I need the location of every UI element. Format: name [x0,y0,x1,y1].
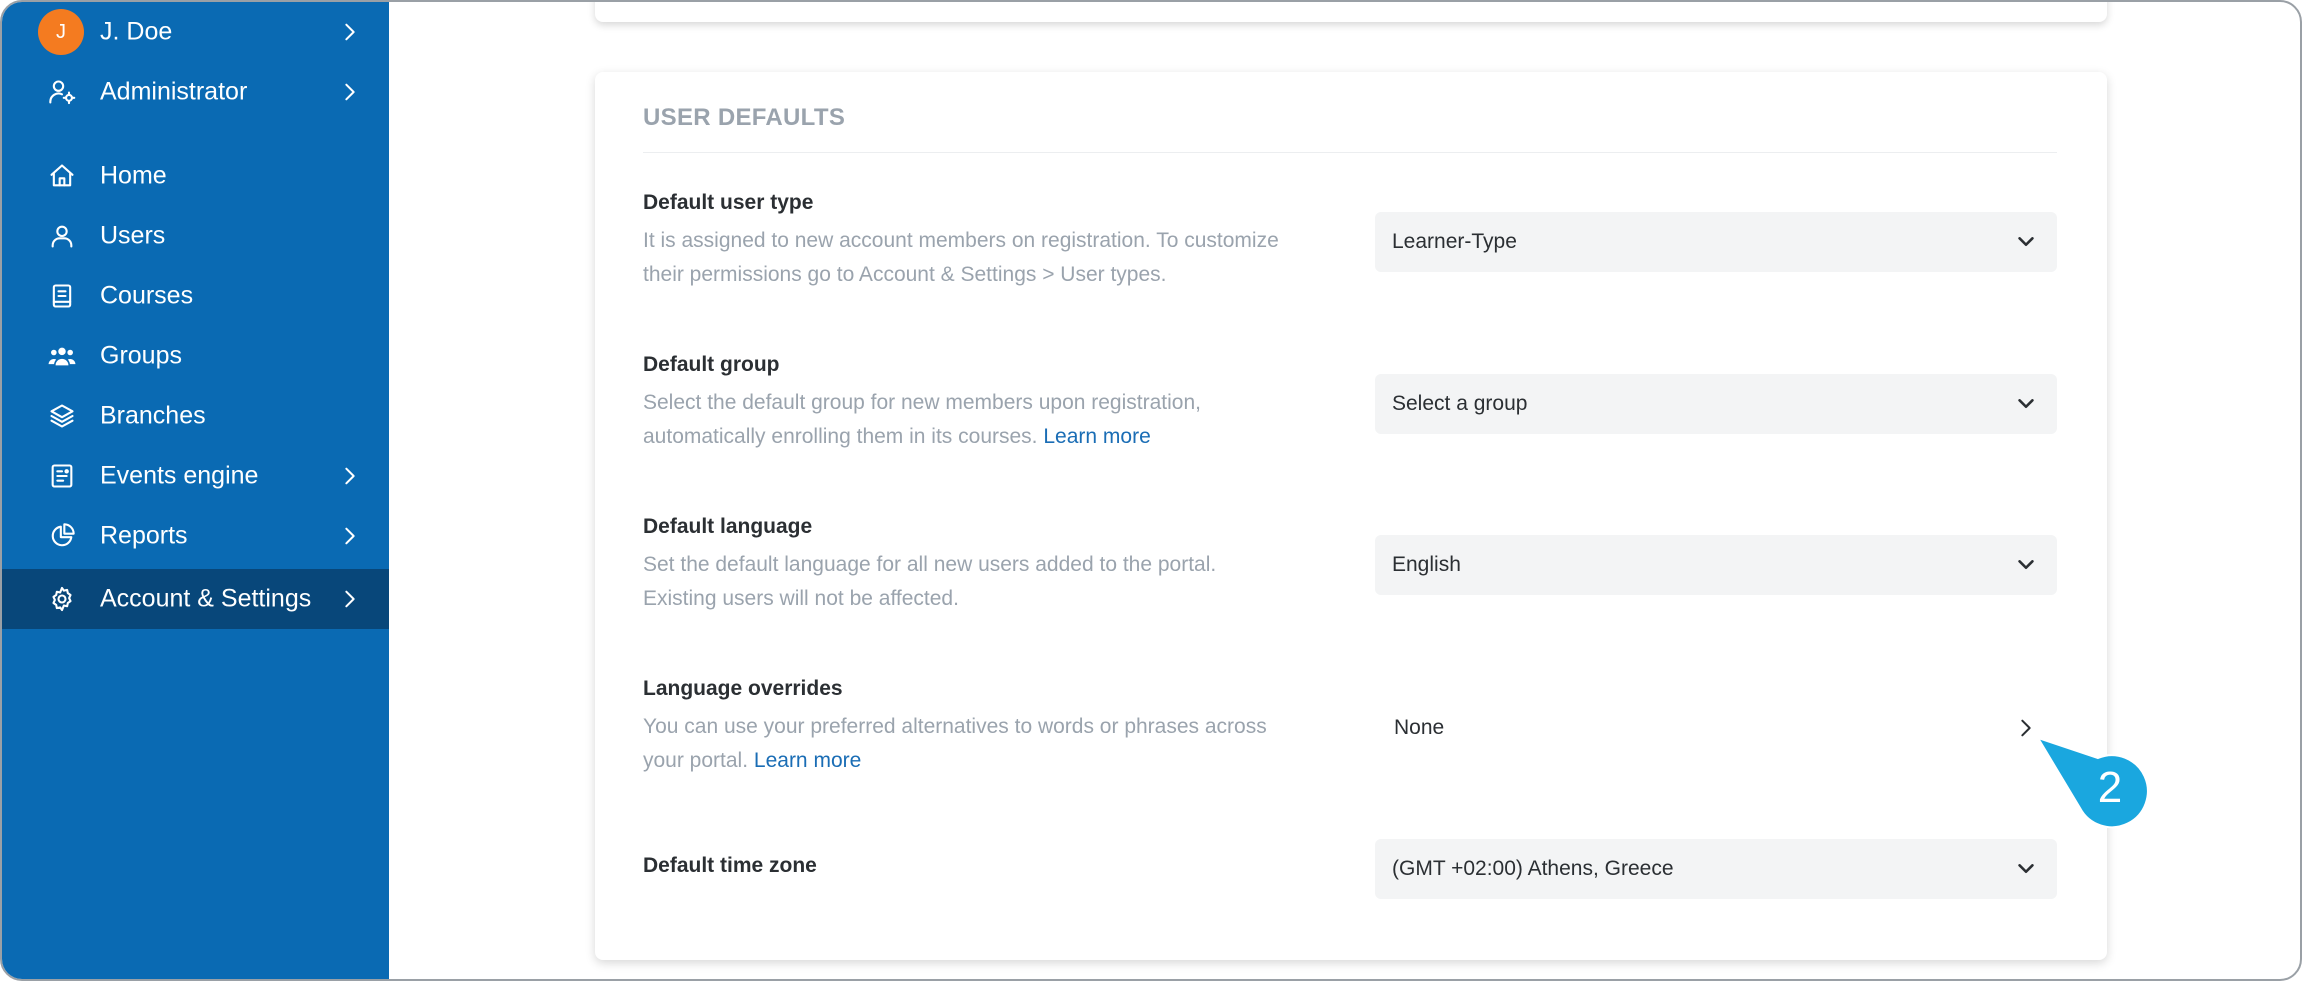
learn-more-link[interactable]: Learn more [1043,425,1150,448]
user-settings-icon [46,76,78,108]
step-callout-number: 2 [2097,763,2123,812]
chevron-right-icon [339,465,361,487]
default-language-description: Set the default language for all new use… [643,548,1363,616]
sidebar-item-reports[interactable]: Reports [2,506,389,566]
sidebar-item-users[interactable]: Users [2,206,389,266]
select-value: Select a group [1392,392,1528,415]
learn-more-link[interactable]: Learn more [754,749,861,772]
default-group-description: Select the default group for new members… [643,386,1363,454]
sidebar-item-label: Courses [100,281,194,310]
chevron-down-icon [2015,858,2037,880]
description-line: Existing users will not be affected. [643,587,959,610]
user-menu[interactable]: J J. Doe [2,2,389,62]
description-line: your portal. Learn more [643,744,1363,778]
chevron-right-icon [2015,717,2037,739]
user-name: J. Doe [100,17,173,46]
language-overrides-description: You can use your preferred alternatives … [643,710,1363,778]
chevron-right-icon [339,81,361,103]
description-line: It is assigned to new account members on… [643,229,1279,252]
language-overrides-button[interactable]: None [1375,698,2057,758]
default-time-zone-select[interactable]: (GMT +02:00) Athens, Greece [1375,839,2057,899]
default-group-title: Default group [643,353,780,376]
layers-icon [46,400,78,432]
previous-settings-card [595,2,2107,22]
groups-icon [46,340,78,372]
sidebar-item-events-engine[interactable]: Events engine [2,446,389,506]
avatar: J [38,9,84,55]
description-text: automatically enrolling them in its cour… [643,425,1038,448]
description-line: Set the default language for all new use… [643,553,1217,576]
sidebar-item-label: Events engine [100,461,259,490]
app-window: J J. Doe Administrator Home Users Course… [0,0,2302,981]
chevron-down-icon [2015,231,2037,253]
chevron-right-icon [339,21,361,43]
default-language-title: Default language [643,515,813,538]
select-value: (GMT +02:00) Athens, Greece [1392,857,1674,880]
description-line: You can use your preferred alternatives … [643,715,1267,738]
user-defaults-card: USER DEFAULTS Default user type It is as… [595,72,2107,960]
default-user-type-description: It is assigned to new account members on… [643,224,1363,292]
home-icon [46,160,78,192]
section-title: USER DEFAULTS [643,104,846,131]
select-value: Learner-Type [1392,230,1517,253]
sidebar-item-courses[interactable]: Courses [2,266,389,326]
role-label: Administrator [100,77,248,106]
chevron-down-icon [2015,554,2037,576]
description-line: automatically enrolling them in its cour… [643,420,1363,454]
sidebar-item-label: Reports [100,521,188,550]
book-icon [46,280,78,312]
events-icon [46,460,78,492]
gear-icon [46,583,78,615]
chevron-down-icon [2015,393,2037,415]
description-text: your portal. [643,749,749,772]
sidebar-item-label: Home [100,161,167,190]
sidebar-item-account-settings[interactable]: Account & Settings [2,569,389,629]
language-overrides-title: Language overrides [643,677,843,700]
sidebar-item-label: Branches [100,401,206,430]
sidebar-item-label: Account & Settings [100,584,312,613]
chevron-right-icon [339,588,361,610]
select-value: English [1392,553,1461,576]
sidebar-item-label: Groups [100,341,182,370]
default-user-type-select[interactable]: Learner-Type [1375,212,2057,272]
user-icon [46,220,78,252]
chevron-right-icon [339,525,361,547]
section-divider [643,152,2057,153]
pie-chart-icon [46,520,78,552]
default-group-select[interactable]: Select a group [1375,374,2057,434]
role-switcher[interactable]: Administrator [2,62,389,122]
description-line: their permissions go to Account & Settin… [643,263,1167,286]
sidebar-item-label: Users [100,221,166,250]
sidebar-item-home[interactable]: Home [2,146,389,206]
sidebar-item-groups[interactable]: Groups [2,326,389,386]
override-value: None [1394,716,1445,739]
sidebar-item-branches[interactable]: Branches [2,386,389,446]
sidebar: J J. Doe Administrator Home Users Course… [2,2,389,979]
default-user-type-title: Default user type [643,191,814,214]
default-language-select[interactable]: English [1375,535,2057,595]
default-time-zone-title: Default time zone [643,854,817,877]
description-line: Select the default group for new members… [643,391,1201,414]
